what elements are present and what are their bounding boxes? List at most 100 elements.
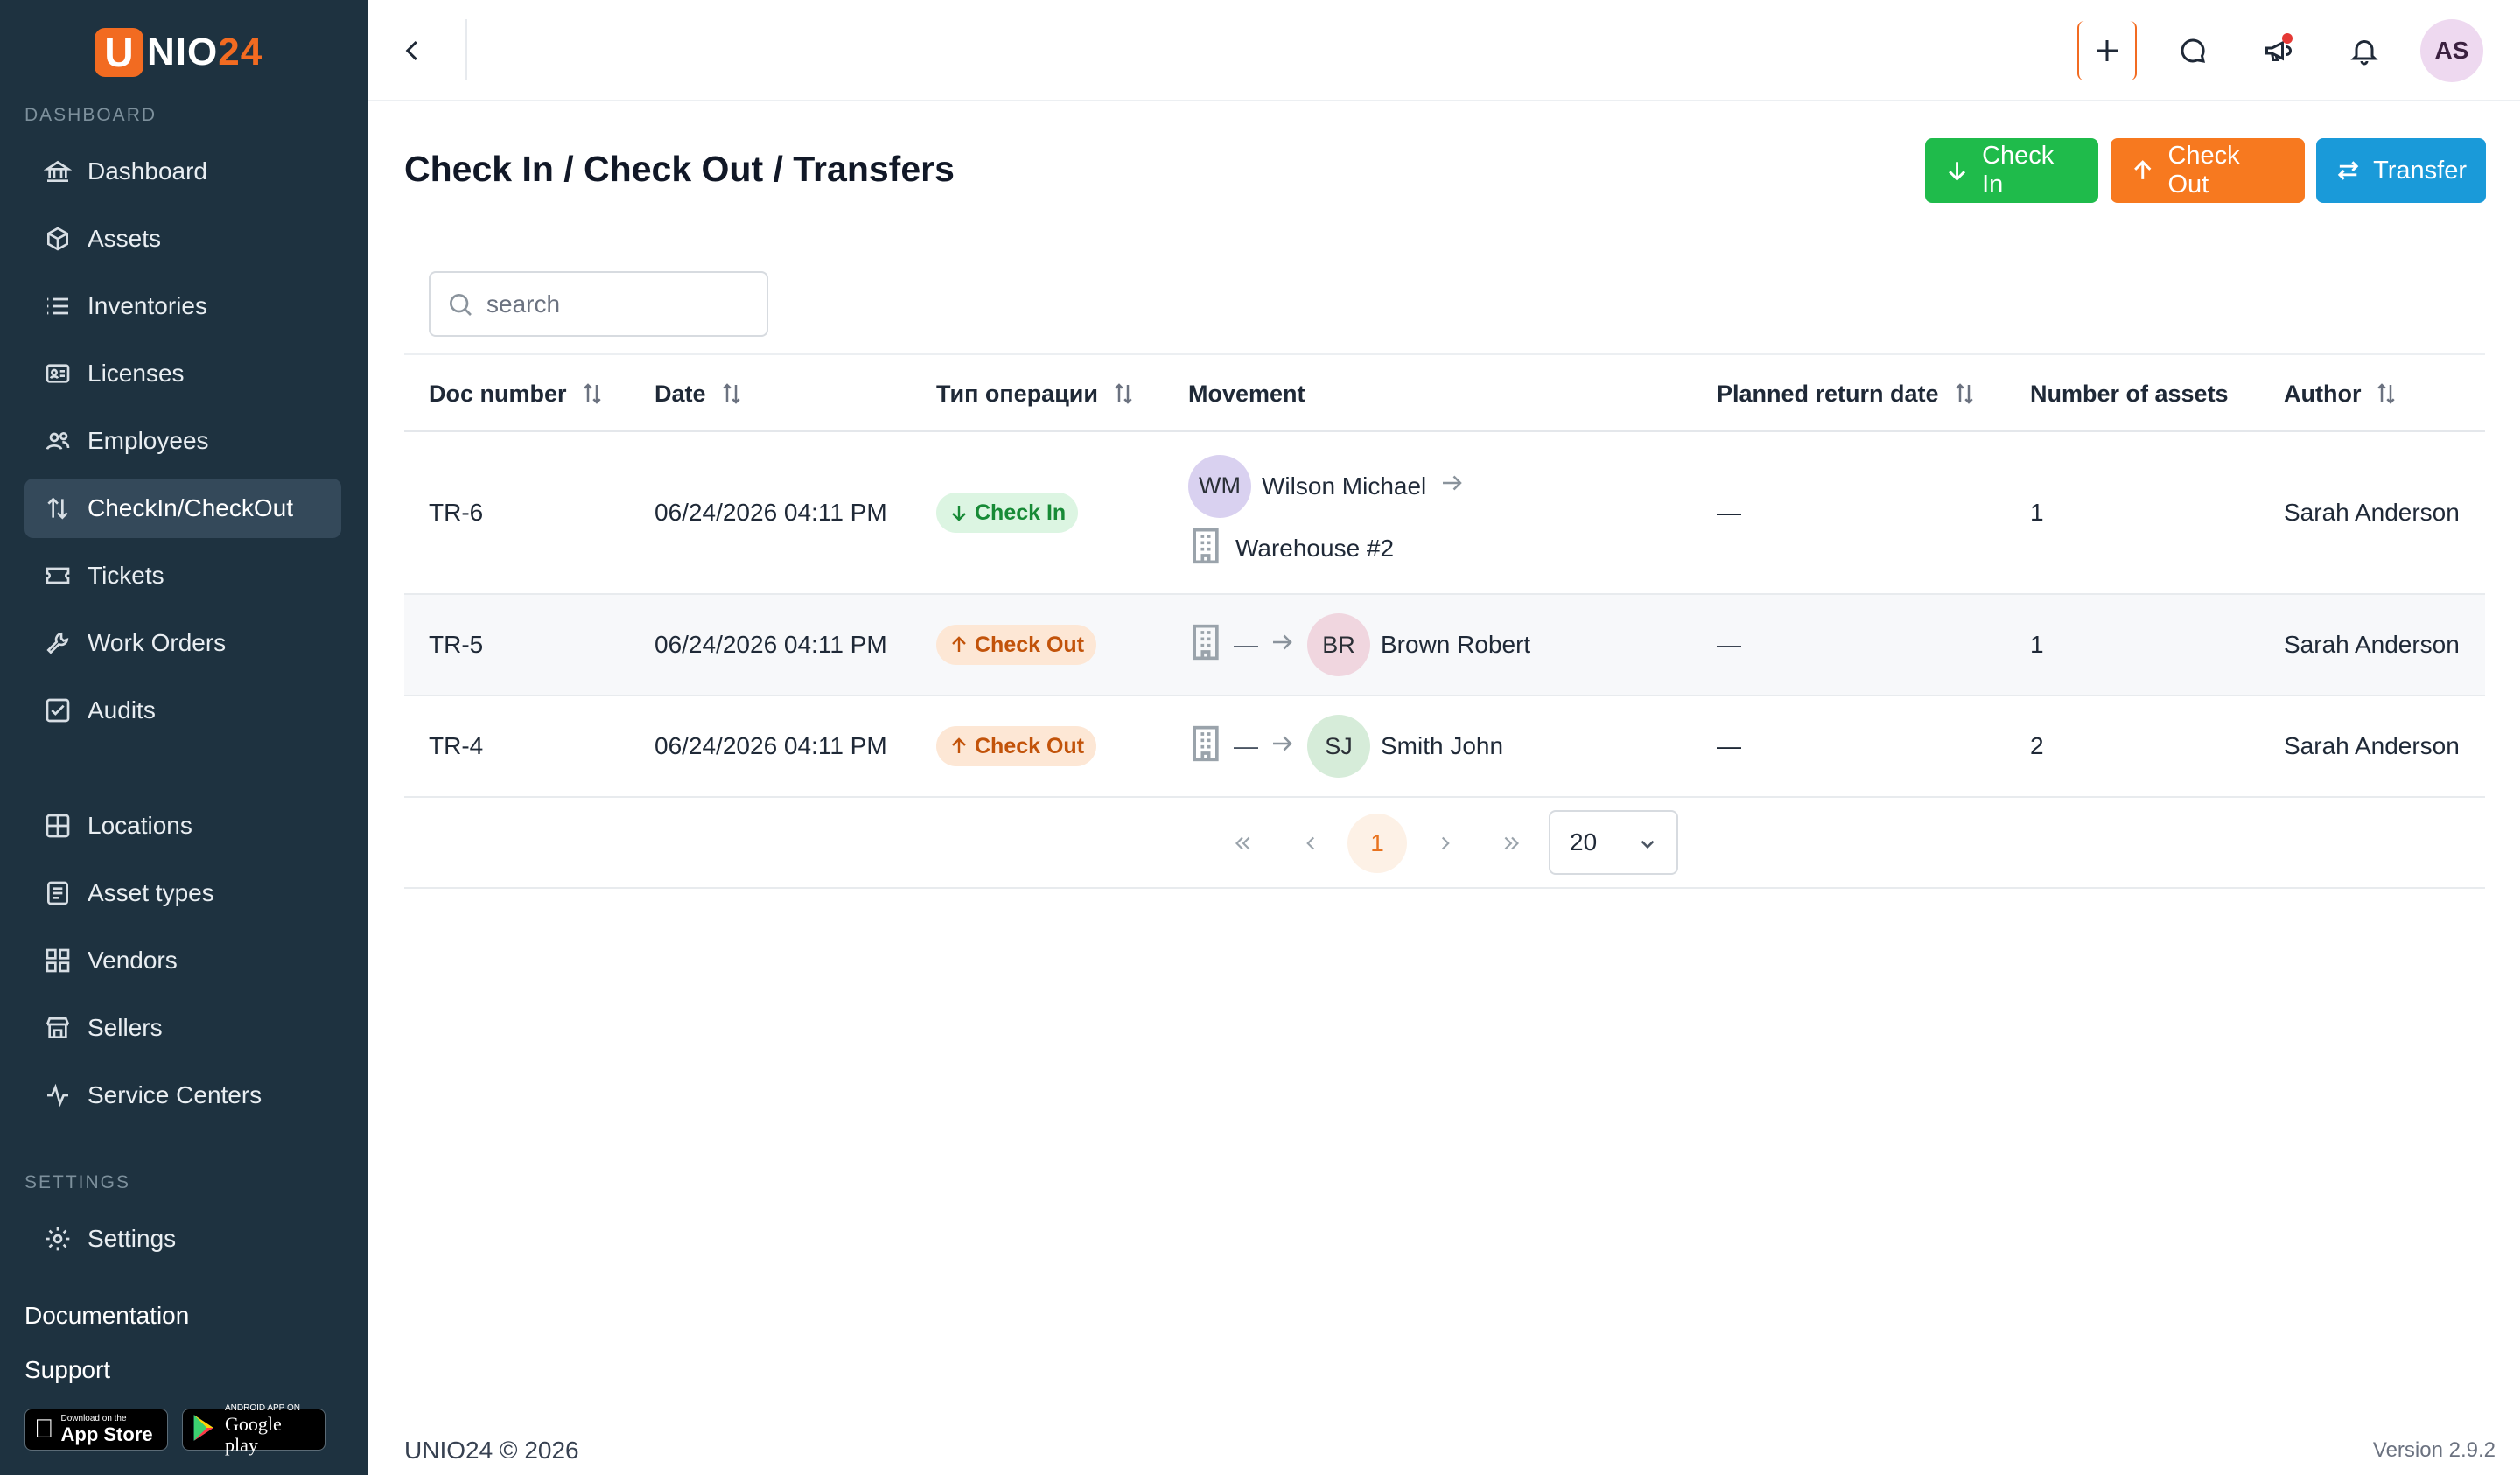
grid-icon [42,810,74,842]
footer-copyright: UNIO24 © 2026 [404,1437,579,1464]
sidebar-item-audits[interactable]: Audits [24,681,341,740]
cell-operation-type: Check Out [936,595,1097,695]
cell-operation-type: Check Out [936,696,1097,796]
arrow-up-icon [2134,160,2152,179]
cell-number-of-assets: 1 [2030,499,2044,526]
document-icon [42,877,74,909]
search-input[interactable] [486,290,749,318]
current-page[interactable]: 1 [1348,814,1407,873]
notifications-button[interactable] [2334,21,2394,80]
header-movement: Movement [1188,380,1306,407]
notification-dot [2282,33,2292,44]
building-icon [1188,724,1223,769]
header-doc-number[interactable]: Doc number [429,355,606,432]
header-author[interactable]: Author [2284,355,2399,432]
cell-number-of-assets: 1 [2030,631,2044,658]
last-page-button[interactable] [1493,824,1531,863]
back-button[interactable] [394,31,432,70]
store-icon [42,1012,74,1044]
chevrons-left-icon [1235,836,1250,850]
topbar-divider [466,19,467,80]
sidebar-item-tickets[interactable]: Tickets [24,546,341,605]
page-size-select[interactable]: 20 [1549,810,1678,875]
sidebar-item-label: Vendors [88,947,178,974]
chevron-right-icon [1441,836,1450,850]
arrow-up-icon [952,738,966,753]
checkbox-icon [42,695,74,726]
sidebar-item-settings[interactable]: Settings [24,1209,341,1269]
header-planned-return-date[interactable]: Planned return date [1717,355,1978,432]
app-store-badge[interactable]:  Download on the App Store [24,1409,168,1451]
table-header: Doc number Date Тип операции Movement Pl… [404,353,2485,432]
sidebar-item-asset-types[interactable]: Asset types [24,863,341,923]
search-field[interactable] [429,271,768,337]
announcements-button[interactable] [2249,21,2308,80]
prev-page-button[interactable] [1292,824,1330,863]
transfer-button[interactable]: Transfer [2316,138,2486,203]
table-row[interactable]: TR-6 06/24/2026 04:11 PM Check In WM Wil… [404,432,2485,595]
sidebar-item-label: Settings [88,1225,177,1252]
sidebar-item-inventories[interactable]: Inventories [24,276,341,336]
sidebar-item-sellers[interactable]: Sellers [24,998,341,1058]
section-label-dashboard: DASHBOARD [24,105,158,125]
check-out-button[interactable]: Check Out [2110,138,2305,203]
arrow-right-icon [1437,470,1466,502]
sidebar-item-label: CheckIn/CheckOut [88,494,293,521]
sidebar-item-licenses[interactable]: Licenses [24,344,341,403]
location-name[interactable]: Warehouse #2 [1236,535,1394,563]
cube-icon [42,223,74,255]
header-operation-type[interactable]: Тип операции [936,355,1137,432]
user-avatar[interactable]: AS [2420,19,2483,82]
empty-location: — [1234,732,1258,759]
google-play-badge[interactable]: ANDROID APP ON Google play [182,1403,326,1456]
app-logo[interactable]: U NIO24 [94,26,262,79]
pagination: 1 20 [404,798,2485,889]
employee-name[interactable]: Smith John [1381,732,1503,760]
cell-doc-number: TR-6 [429,499,484,526]
sort-icon [718,381,745,407]
sidebar-item-label: Asset types [88,879,214,906]
chevron-left-icon [405,40,417,61]
sidebar-item-employees[interactable]: Employees [24,411,341,471]
sidebar-item-assets[interactable]: Assets [24,209,341,269]
section-label-settings: SETTINGS [24,1172,131,1192]
table-row[interactable]: TR-4 06/24/2026 04:11 PM Check Out — SJ … [404,696,2485,798]
next-page-button[interactable] [1426,824,1465,863]
add-button[interactable] [2077,21,2137,80]
wrench-icon [42,627,74,659]
cell-planned-return-date: — [1717,499,1741,526]
transfers-table: Doc number Date Тип операции Movement Pl… [404,353,2485,889]
building-icon [1188,527,1223,571]
cell-doc-number: TR-4 [429,732,484,759]
arrow-right-icon [1267,629,1297,661]
arrow-down-icon [1949,162,1966,181]
sidebar-item-vendors[interactable]: Vendors [24,931,341,990]
page-title: Check In / Check Out / Transfers [404,149,955,189]
sidebar-item-label: Locations [88,812,192,839]
pulse-icon [42,1080,74,1111]
sidebar-item-work-orders[interactable]: Work Orders [24,613,341,673]
first-page-button[interactable] [1223,824,1262,863]
sort-icon [1951,381,1978,407]
documentation-link[interactable]: Documentation [24,1302,189,1330]
sidebar-item-dashboard[interactable]: Dashboard [24,142,341,201]
users-icon [42,425,74,457]
check-in-button[interactable]: Check In [1925,138,2098,203]
sidebar-item-label: Tickets [88,562,164,589]
movement-from: WM Wilson Michael [1188,454,1466,518]
bell-icon [2350,40,2378,66]
header-number-of-assets: Number of assets [2030,380,2229,407]
sidebar-item-locations[interactable]: Locations [24,796,341,856]
employee-name[interactable]: Wilson Michael [1262,472,1426,500]
table-row[interactable]: TR-5 06/24/2026 04:11 PM Check Out — BR … [404,595,2485,696]
sidebar-item-checkin-checkout[interactable]: CheckIn/CheckOut [24,479,341,538]
sidebar-item-service-centers[interactable]: Service Centers [24,1066,341,1125]
chat-button[interactable] [2163,21,2222,80]
employee-name[interactable]: Brown Robert [1381,631,1530,659]
header-date[interactable]: Date [654,355,745,432]
ticket-icon [42,560,74,591]
sidebar-item-label: Employees [88,427,209,454]
sidebar-item-label: Sellers [88,1014,163,1041]
avatar: WM [1188,454,1251,518]
support-link[interactable]: Support [24,1356,110,1384]
